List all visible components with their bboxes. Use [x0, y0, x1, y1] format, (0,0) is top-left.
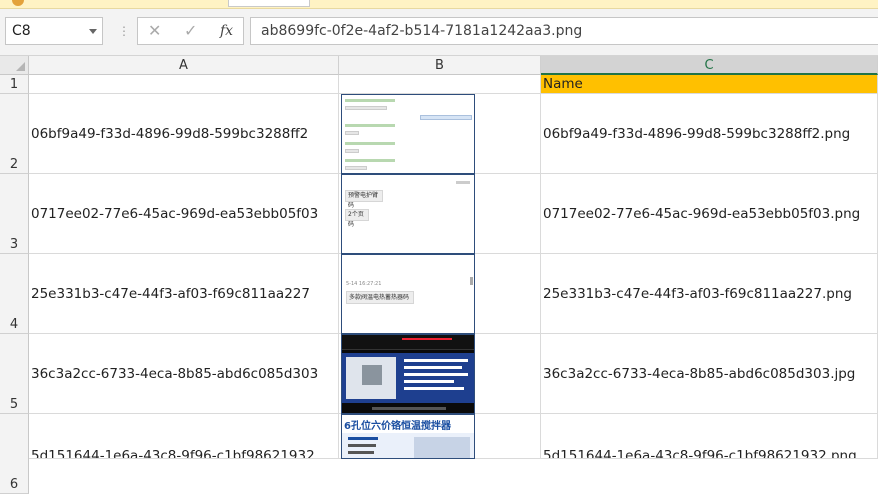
row-header-1[interactable]: 1 [0, 75, 29, 94]
column-header-a[interactable]: A [29, 56, 339, 75]
thumb-line [345, 124, 395, 127]
thumb-bubble [345, 131, 359, 135]
row-header-6[interactable]: 6 [0, 414, 29, 494]
chevron-down-icon[interactable] [89, 29, 97, 34]
row-header-5[interactable]: 5 [0, 334, 29, 414]
thumb-bubble [345, 149, 359, 153]
cell-c3[interactable]: 0717ee02-77e6-45ac-969d-ea53ebb05f03.png [541, 174, 878, 254]
thumb-line [348, 451, 374, 454]
more-vertical-icon[interactable]: ⋮ [118, 23, 130, 39]
confirm-icon[interactable]: ✓ [184, 21, 197, 40]
image-thumbnail-row-6[interactable]: 6孔位六价铬恒温搅拌器 [341, 414, 475, 459]
thumb-line [402, 338, 452, 340]
sheet-tab-edge[interactable] [228, 0, 310, 7]
thumb-scrollbar [470, 277, 473, 285]
thumb-line [345, 142, 395, 145]
notification-strip [0, 0, 878, 9]
thumb-line [404, 387, 464, 390]
warning-icon [12, 0, 24, 6]
thumb-line [348, 437, 378, 440]
thumb-bubble [345, 166, 367, 170]
thumb-bubble [420, 115, 472, 120]
image-thumbnail-row-3[interactable]: 预警电护臂码 2个页码 [341, 174, 475, 254]
cell-a6[interactable]: 5d151644-1e6a-43c8-9f96-c1bf98621932 [29, 414, 339, 459]
cell-c4[interactable]: 25e331b3-c47e-44f3-af03-f69c811aa227.png [541, 254, 878, 334]
row-header-4[interactable]: 4 [0, 254, 29, 334]
cell-c6[interactable]: 5d151644-1e6a-43c8-9f96-c1bf98621932.png [541, 414, 878, 459]
thumb-line [404, 359, 468, 362]
cell-a2[interactable]: 06bf9a49-f33d-4896-99d8-599bc3288ff2 [29, 94, 339, 174]
thumb-line [404, 373, 468, 376]
name-box-value: C8 [12, 23, 31, 39]
thumb-bubble: 预警电护臂码 [345, 190, 383, 209]
cell-c5[interactable]: 36c3a2cc-6733-4eca-8b85-abd6c085d303.jpg [541, 334, 878, 414]
thumb-bubble: 2个页码 [345, 209, 369, 228]
image-thumbnail-row-4[interactable]: 5-14 16:27:21 多款阀温电热蓄热器码 [341, 254, 475, 334]
image-thumbnail-row-2[interactable] [341, 94, 475, 174]
formula-controls: ✕ ✓ fx [137, 17, 244, 45]
thumb-line [404, 366, 462, 369]
column-header-b[interactable]: B [339, 56, 541, 75]
thumb-machine [414, 437, 470, 458]
cell-b1[interactable] [339, 75, 541, 94]
thumb-line [404, 380, 454, 383]
cell-a1[interactable] [29, 75, 339, 94]
column-header-c[interactable]: C [541, 56, 878, 75]
name-box[interactable]: C8 [5, 17, 103, 45]
spreadsheet-grid: A B C 1 2 3 4 5 6 Name 06bf9a49-f33d-489… [0, 56, 878, 494]
row-header-3[interactable]: 3 [0, 174, 29, 254]
thumb-line [348, 444, 376, 447]
thumb-progress [372, 407, 446, 410]
cell-a3[interactable]: 0717ee02-77e6-45ac-969d-ea53ebb05f03 [29, 174, 339, 254]
thumb-machine-part [362, 365, 382, 385]
thumb-line [345, 159, 395, 162]
thumb-bubble [345, 106, 387, 110]
select-all-button[interactable] [0, 56, 29, 75]
thumb-title: 6孔位六价铬恒温搅拌器 [344, 421, 451, 432]
cell-a5[interactable]: 36c3a2cc-6733-4eca-8b85-abd6c085d303 [29, 334, 339, 414]
thumb-line [345, 99, 395, 102]
cancel-icon[interactable]: ✕ [148, 21, 161, 40]
cell-c2[interactable]: 06bf9a49-f33d-4896-99d8-599bc3288ff2.png [541, 94, 878, 174]
formula-bar: C8 ⋮ ✕ ✓ fx ab8699fc-0f2e-4af2-b514-7181… [0, 9, 878, 56]
insert-function-icon[interactable]: fx [220, 23, 233, 39]
cell-a4[interactable]: 25e331b3-c47e-44f3-af03-f69c811aa227 [29, 254, 339, 334]
thumb-line [456, 181, 470, 184]
row-header-2[interactable]: 2 [0, 94, 29, 174]
cell-c1[interactable]: Name [541, 75, 878, 94]
image-thumbnail-row-5[interactable] [341, 334, 475, 414]
formula-input[interactable]: ab8699fc-0f2e-4af2-b514-7181a1242aa3.png [250, 17, 878, 45]
thumb-bubble: 多款阀温电热蓄热器码 [346, 291, 414, 304]
select-all-icon [16, 62, 25, 71]
thumb-timestamp: 5-14 16:27:21 [346, 281, 382, 287]
